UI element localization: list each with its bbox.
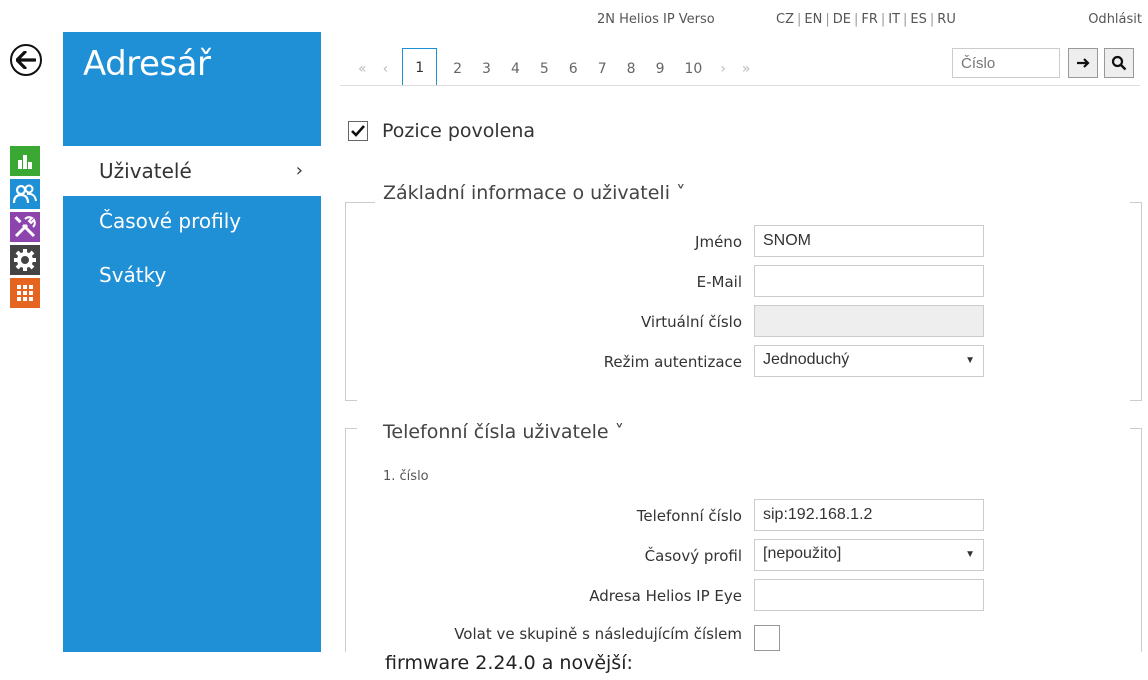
last-page-button[interactable]: » [734,52,759,86]
helios-eye-field[interactable] [754,579,984,611]
arrow-right-icon [1077,58,1090,68]
sidebar-item-holidays[interactable]: Svátky [63,250,321,300]
go-button[interactable] [1068,48,1098,78]
users-icon[interactable] [10,179,40,209]
lang-fr[interactable]: FR [861,12,878,27]
virtual-number-label: Virtuální číslo [640,313,742,331]
tools-icon[interactable] [10,212,40,242]
number-search-input[interactable] [952,48,1060,78]
name-field[interactable] [754,225,984,257]
page-7[interactable]: 7 [588,52,617,86]
dropdown-arrow-icon: ▼ [965,355,975,366]
sidebar-item-label: Svátky [99,263,167,287]
basic-info-title[interactable]: Základní informace o uživateli ˅ [383,182,686,204]
time-profile-select[interactable]: [nepoužito] ▼ [754,539,984,571]
pager-divider [340,85,1140,86]
time-profile-value: [nepoužito] [763,545,842,562]
chevron-right-icon: › [295,160,303,181]
helios-eye-label: Adresa Helios IP Eye [589,587,742,605]
arrow-left-icon [16,51,36,69]
device-name: 2N Helios IP Verso [597,12,715,27]
auth-mode-value: Jednoduchý [763,351,850,368]
name-label: Jméno [695,233,742,251]
phone-number-field[interactable] [754,499,984,531]
sidebar-item-label: Uživatelé [99,159,192,183]
group-call-checkbox[interactable] [754,625,780,651]
lang-it[interactable]: IT [888,12,900,27]
phone-number-subheading: 1. číslo [383,469,429,484]
grid-icon[interactable] [10,278,40,308]
auth-mode-label: Režim autentizace [603,353,742,371]
virtual-number-field [754,305,984,337]
logout-link[interactable]: Odhlásit [1088,12,1142,27]
lang-en[interactable]: EN [804,12,822,27]
email-label: E-Mail [696,273,742,291]
page-10[interactable]: 10 [674,52,712,86]
email-field[interactable] [754,265,984,297]
page-4[interactable]: 4 [501,52,530,86]
page-8[interactable]: 8 [617,52,646,86]
search-button[interactable] [1104,48,1134,78]
main-nav [10,146,40,311]
back-button[interactable] [10,44,42,76]
search-icon [1111,55,1127,71]
sidebar-item-time-profiles[interactable]: Časové profily [63,196,321,246]
pagination: « ‹ 1 2 3 4 5 6 7 8 9 10 › » [350,48,759,86]
checkmark-icon [351,125,365,137]
gear-icon[interactable] [10,245,40,275]
sidebar: Adresář Uživatelé › Časové profily Svátk… [63,32,321,652]
time-profile-label: Časový profil [644,547,742,565]
top-bar: 2N Helios IP Verso CZ | EN | DE | FR | IT | ES | RU … [0,12,1148,32]
page-1[interactable]: 1 [402,48,438,86]
dropdown-arrow-icon: ▼ [965,549,975,560]
page-6[interactable]: 6 [559,52,588,86]
group-call-label: Volat ve skupině s následujícím číslem [454,625,742,643]
language-switcher: CZ | EN | DE | FR | IT | ES | RU [776,12,956,27]
page-5[interactable]: 5 [530,52,559,86]
first-page-button[interactable]: « [350,52,375,86]
next-page-button[interactable]: › [712,52,734,86]
phone-number-label: Telefonní číslo [636,507,742,525]
lang-cz[interactable]: CZ [776,12,794,27]
prev-page-button[interactable]: ‹ [375,52,397,86]
lang-de[interactable]: DE [833,12,851,27]
page-3[interactable]: 3 [472,52,501,86]
position-enabled-label: Pozice povolena [382,120,536,142]
footer-note: firmware 2.24.0 a novější: [385,652,633,674]
sidebar-item-users[interactable]: Uživatelé › [63,146,321,196]
lang-ru[interactable]: RU [937,12,956,27]
page-2[interactable]: 2 [443,52,472,86]
auth-mode-select[interactable]: Jednoduchý ▼ [754,345,984,377]
page-9[interactable]: 9 [646,52,675,86]
phone-numbers-section [345,428,1142,652]
chart-icon[interactable] [10,146,40,176]
phone-numbers-title[interactable]: Telefonní čísla uživatele ˅ [383,421,624,443]
lang-es[interactable]: ES [910,12,926,27]
position-enabled-row: Pozice povolena [348,120,535,142]
sidebar-item-label: Časové profily [99,209,242,233]
position-enabled-checkbox[interactable] [348,121,368,141]
page-title: Adresář [83,44,211,84]
